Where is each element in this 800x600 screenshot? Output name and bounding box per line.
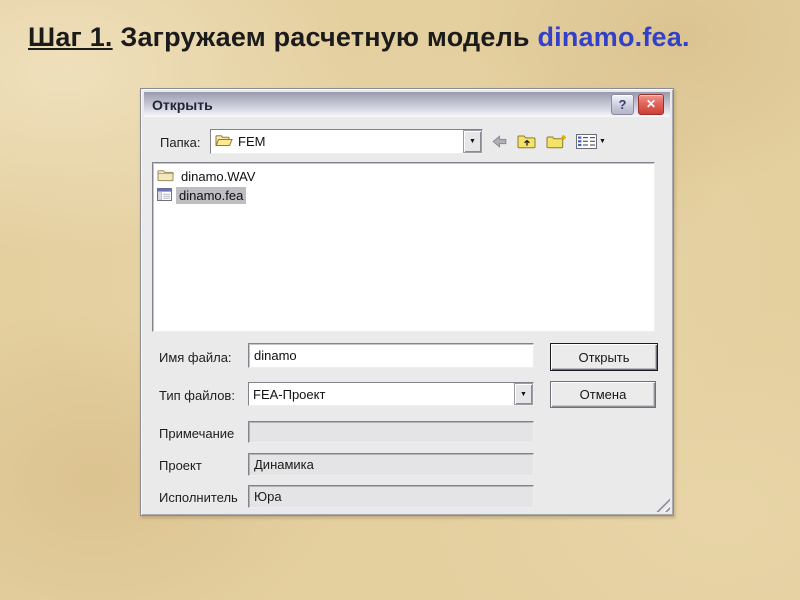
- file-list[interactable]: dinamo.WAV dinamo.fea: [152, 162, 655, 332]
- file-name: dinamo.fea: [176, 187, 247, 204]
- title-step: Шаг 1.: [28, 22, 113, 52]
- title-filename: dinamo.fea.: [537, 22, 690, 52]
- resize-grip[interactable]: [656, 498, 670, 512]
- executor-field: Юра: [248, 485, 534, 508]
- view-menu-arrow-icon: ▼: [599, 138, 606, 145]
- folder-label: Папка:: [160, 135, 201, 150]
- cancel-button[interactable]: Отмена: [550, 381, 656, 408]
- open-button[interactable]: Открыть: [550, 343, 658, 371]
- folder-combobox[interactable]: FEM ▼: [210, 129, 483, 154]
- fea-file-icon: [157, 187, 172, 204]
- filename-input[interactable]: [248, 343, 534, 368]
- close-button[interactable]: ✕: [638, 94, 664, 115]
- filetype-combobox-value: FEA-Проект: [253, 386, 326, 402]
- folder-combobox-value: FEM: [238, 134, 266, 149]
- dialog-titlebar[interactable]: Открыть ? ✕: [144, 92, 670, 117]
- file-item-dinamo-fea[interactable]: dinamo.fea: [155, 186, 652, 205]
- executor-label: Исполнитель: [159, 490, 238, 505]
- filetype-combobox[interactable]: FEA-Проект ▼: [248, 382, 534, 406]
- filename-label: Имя файла:: [159, 350, 232, 365]
- open-file-dialog: Открыть ? ✕ Папка: FEM ▼ ▼ dinamo.WAV di…: [140, 88, 674, 516]
- note-label: Примечание: [159, 426, 235, 441]
- filetype-combobox-arrow-icon[interactable]: ▼: [514, 383, 533, 405]
- file-item-dinamo-wav[interactable]: dinamo.WAV: [155, 167, 652, 186]
- project-field: Динамика: [248, 453, 534, 476]
- folder-icon: [157, 169, 174, 185]
- filetype-combobox-body: FEA-Проект: [249, 383, 514, 405]
- new-folder-icon[interactable]: [546, 134, 567, 149]
- view-menu-icon[interactable]: ▼: [576, 134, 606, 149]
- back-icon[interactable]: [491, 134, 508, 149]
- titlebar-buttons: ? ✕: [611, 94, 670, 115]
- page-title: Шаг 1. Загружаем расчетную модель dinamo…: [28, 22, 690, 53]
- dialog-title: Открыть: [152, 96, 213, 113]
- up-one-level-icon[interactable]: [517, 134, 537, 149]
- note-field: [248, 421, 534, 443]
- title-text: Загружаем расчетную модель: [112, 22, 538, 52]
- filetype-label: Тип файлов:: [159, 388, 235, 403]
- help-button[interactable]: ?: [611, 94, 634, 115]
- dialog-toolbar: ▼: [491, 129, 606, 154]
- file-name: dinamo.WAV: [181, 169, 256, 184]
- folder-combobox-arrow-icon[interactable]: ▼: [463, 130, 482, 153]
- folder-combobox-body: FEM: [211, 130, 463, 153]
- open-folder-icon: [215, 134, 233, 150]
- project-label: Проект: [159, 458, 202, 473]
